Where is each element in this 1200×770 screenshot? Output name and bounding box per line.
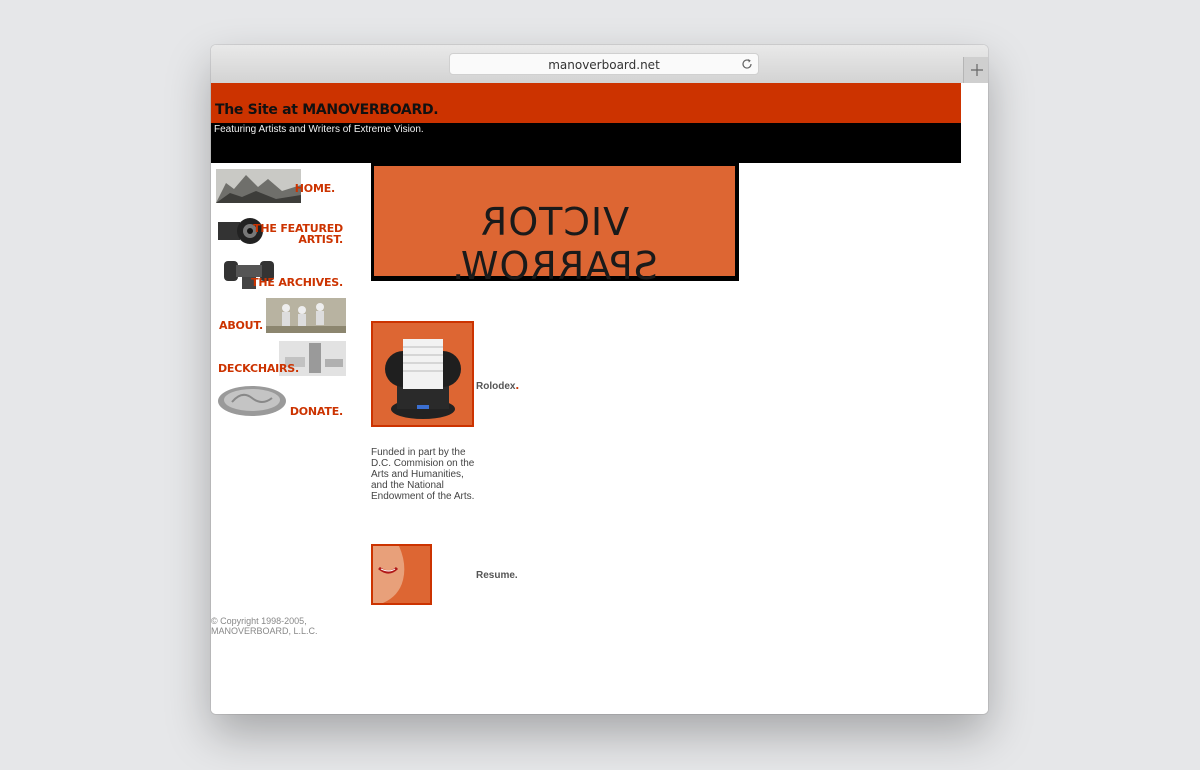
banner-artist-name: VICTOR SPARROW. xyxy=(451,200,658,288)
nav-donate-label[interactable]: DONATE. xyxy=(290,406,343,417)
copyright-notice: © Copyright 1998-2005, MANOVERBOARD, L.L… xyxy=(211,616,351,636)
nav-donate[interactable]: DONATE. xyxy=(216,384,346,420)
plus-icon xyxy=(971,64,983,76)
nav-deckchairs[interactable]: DECKCHAIRS. xyxy=(216,341,346,377)
site-title: The Site at MANOVERBOARD. xyxy=(215,102,439,118)
rolodex-icon xyxy=(385,339,461,419)
mountain-image xyxy=(216,169,301,203)
nav-home[interactable]: HOME. xyxy=(216,169,346,205)
rolodex-link[interactable]: Rolodex. xyxy=(476,377,519,392)
rolodex-image[interactable] xyxy=(371,321,474,427)
address-bar-url[interactable]: manoverboard.net xyxy=(450,58,758,72)
site-tagline: Featuring Artists and Writers of Extreme… xyxy=(214,124,424,135)
web-page: The Site at MANOVERBOARD. Featuring Arti… xyxy=(211,83,988,714)
resume-image[interactable] xyxy=(371,544,432,605)
resume-link[interactable]: Resume. xyxy=(476,570,518,581)
copyright-line1: © Copyright 1998-2005, xyxy=(211,616,307,626)
featured-artist-banner[interactable]: VICTOR SPARROW. xyxy=(371,163,739,288)
browser-window: manoverboard.net The Site at MANOVERBOAR… xyxy=(211,45,988,714)
address-bar[interactable]: manoverboard.net xyxy=(449,53,759,75)
nav-featured-artist[interactable]: THE FEATURED ARTIST. xyxy=(216,212,346,248)
nav-home-label[interactable]: HOME. xyxy=(295,183,335,194)
browser-toolbar: manoverboard.net xyxy=(211,45,988,84)
nav-featured-artist-label[interactable]: THE FEATURED ARTIST. xyxy=(253,223,343,245)
workers-image xyxy=(266,298,346,333)
rolodex-link-text[interactable]: Rolodex xyxy=(476,381,515,392)
nav-about[interactable]: ABOUT. xyxy=(216,298,346,334)
tagline-bar: Featuring Artists and Writers of Extreme… xyxy=(211,123,961,163)
nav-about-label[interactable]: ABOUT. xyxy=(219,320,263,331)
new-tab-button[interactable] xyxy=(963,57,988,83)
face-image xyxy=(373,546,430,603)
copyright-line2: MANOVERBOARD, L.L.C. xyxy=(211,626,318,636)
rolodex-link-dot: . xyxy=(515,377,520,392)
nav-archives[interactable]: THE ARCHIVES. xyxy=(216,255,346,291)
nav-archives-label[interactable]: THE ARCHIVES. xyxy=(251,277,343,288)
funding-note: Funded in part by the D.C. Commision on … xyxy=(371,447,475,502)
site-header: The Site at MANOVERBOARD. xyxy=(211,83,961,123)
nav-deckchairs-label[interactable]: DECKCHAIRS. xyxy=(218,363,299,374)
banner-panel: VICTOR SPARROW. xyxy=(374,166,735,288)
nav-featured-artist-line2[interactable]: ARTIST. xyxy=(298,233,343,246)
coin-image xyxy=(216,384,288,419)
reload-icon[interactable] xyxy=(741,58,753,70)
